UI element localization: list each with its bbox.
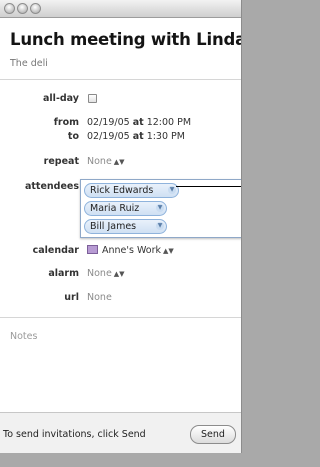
divider — [0, 79, 241, 80]
from-label: from — [53, 117, 79, 128]
title-bar — [0, 0, 241, 18]
calendar-label: calendar — [32, 245, 79, 256]
callout-line — [176, 186, 241, 187]
event-location[interactable]: The deli — [10, 58, 48, 69]
up-down-chevron-icon: ▲▼ — [113, 158, 125, 166]
close-button[interactable] — [4, 3, 15, 14]
to-date[interactable]: 02/19/05 — [87, 131, 130, 142]
from-time[interactable]: 12:00 PM — [147, 117, 191, 128]
attendee-token[interactable]: Maria Ruiz ▼ — [84, 201, 167, 216]
from-at-label: at — [132, 117, 144, 128]
chevron-down-icon[interactable]: ▼ — [156, 204, 164, 212]
to-label: to — [67, 131, 79, 142]
from-date[interactable]: 02/19/05 — [87, 117, 130, 128]
event-title[interactable]: Lunch meeting with Linda — [10, 30, 241, 49]
footer-bar: To send invitations, click Send Send — [0, 412, 241, 453]
to-time[interactable]: 1:30 PM — [147, 131, 185, 142]
alarm-popup[interactable]: None ▲▼ — [87, 268, 125, 279]
alarm-value: None — [87, 268, 112, 279]
url-value[interactable]: None — [87, 292, 112, 303]
divider — [0, 317, 241, 318]
attendees-label: attendees — [24, 181, 79, 192]
alarm-label: alarm — [48, 268, 79, 279]
up-down-chevron-icon: ▲▼ — [113, 270, 125, 278]
to-datetime[interactable]: 02/19/05 at 1:30 PM — [87, 131, 185, 142]
attendee-token[interactable]: Rick Edwards ▼ — [84, 183, 179, 198]
up-down-chevron-icon: ▲▼ — [163, 247, 174, 255]
send-instructions: To send invitations, click Send — [3, 429, 146, 440]
chevron-down-icon[interactable]: ▼ — [156, 222, 164, 230]
to-at-label: at — [132, 131, 144, 142]
notes-field[interactable]: Notes — [10, 331, 37, 342]
calendar-color-swatch — [87, 245, 98, 254]
attendee-token[interactable]: Bill James ▼ — [84, 219, 167, 234]
zoom-button[interactable] — [30, 3, 41, 14]
allday-label: all-day — [43, 93, 79, 104]
minimize-button[interactable] — [17, 3, 28, 14]
allday-checkbox[interactable] — [88, 94, 97, 103]
repeat-label: repeat — [43, 156, 79, 167]
chevron-down-icon[interactable]: ▼ — [168, 186, 176, 194]
url-label: url — [64, 292, 79, 303]
from-datetime[interactable]: 02/19/05 at 12:00 PM — [87, 117, 191, 128]
calendar-popup[interactable]: Anne's Work ▲▼ — [87, 245, 174, 256]
send-button[interactable]: Send — [190, 425, 236, 444]
attendee-name: Bill James — [90, 221, 137, 232]
repeat-value: None — [87, 156, 112, 167]
repeat-popup[interactable]: None ▲▼ — [87, 156, 125, 167]
attendee-name: Rick Edwards — [90, 185, 154, 196]
attendees-field[interactable]: Rick Edwards ▼ Maria Ruiz ▼ Bill James ▼ — [80, 179, 241, 238]
event-window: Lunch meeting with Linda The deli all-da… — [0, 0, 242, 453]
calendar-value: Anne's Work — [102, 245, 162, 256]
attendee-name: Maria Ruiz — [90, 203, 140, 214]
